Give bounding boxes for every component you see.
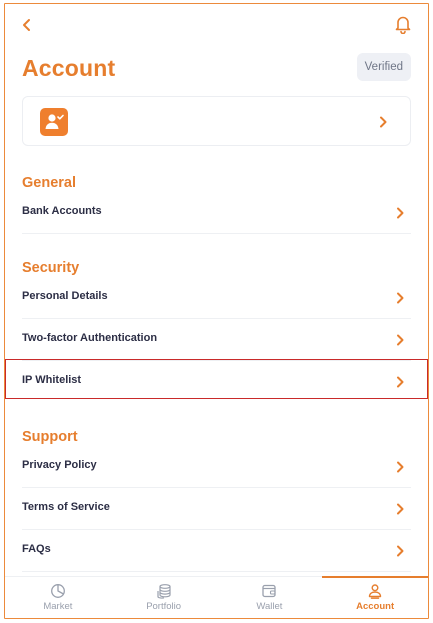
coins-stack-icon [157,584,171,599]
tab-label: Wallet [256,601,283,612]
chevron-right-icon [397,207,404,219]
chevron-right-icon [380,116,387,128]
selection-highlight [5,359,428,399]
app-screen: Account Verified General Bank Accounts S… [4,3,429,619]
page-title: Account [22,55,116,81]
row-label: Privacy Policy [22,459,97,471]
top-bar [5,4,428,46]
row-label: FAQs [22,543,51,555]
chevron-right-icon [397,503,404,515]
tab-label: Account [356,601,395,612]
row-label: Bank Accounts [22,205,102,217]
section-title-general: General [22,175,76,191]
row-privacy-policy[interactable]: Privacy Policy [22,446,411,488]
bell-icon[interactable] [394,14,412,34]
chevron-right-icon [397,545,404,557]
tab-portfolio[interactable]: Portfolio [111,577,217,618]
wallet-icon [262,584,277,598]
tab-label: Market [43,601,73,612]
tab-market[interactable]: Market [5,577,111,618]
chevron-right-icon [397,461,404,473]
pie-chart-icon [50,584,65,598]
user-check-icon [40,108,68,136]
section-title-support: Support [22,429,78,445]
row-label: Terms of Service [22,501,110,513]
row-bank-accounts[interactable]: Bank Accounts [22,192,411,234]
tab-label: Portfolio [146,601,182,612]
bottom-tab-bar: Market Portfolio Wallet Account [5,576,428,618]
user-icon [368,584,382,599]
chevron-left-icon[interactable] [19,16,35,34]
section-title-security: Security [22,260,80,276]
tab-wallet[interactable]: Wallet [217,577,323,618]
row-two-factor-auth[interactable]: Two-factor Authentication [22,319,411,361]
chevron-right-icon [397,292,404,304]
row-label: Personal Details [22,290,108,302]
profile-card[interactable] [22,96,411,146]
chevron-right-icon [397,334,404,346]
verified-badge: Verified [356,53,411,81]
row-label: Two-factor Authentication [22,332,158,344]
row-faqs[interactable]: FAQs [22,530,411,572]
tab-account[interactable]: Account [322,576,428,618]
row-terms-of-service[interactable]: Terms of Service [22,488,411,530]
row-personal-details[interactable]: Personal Details [22,277,411,319]
